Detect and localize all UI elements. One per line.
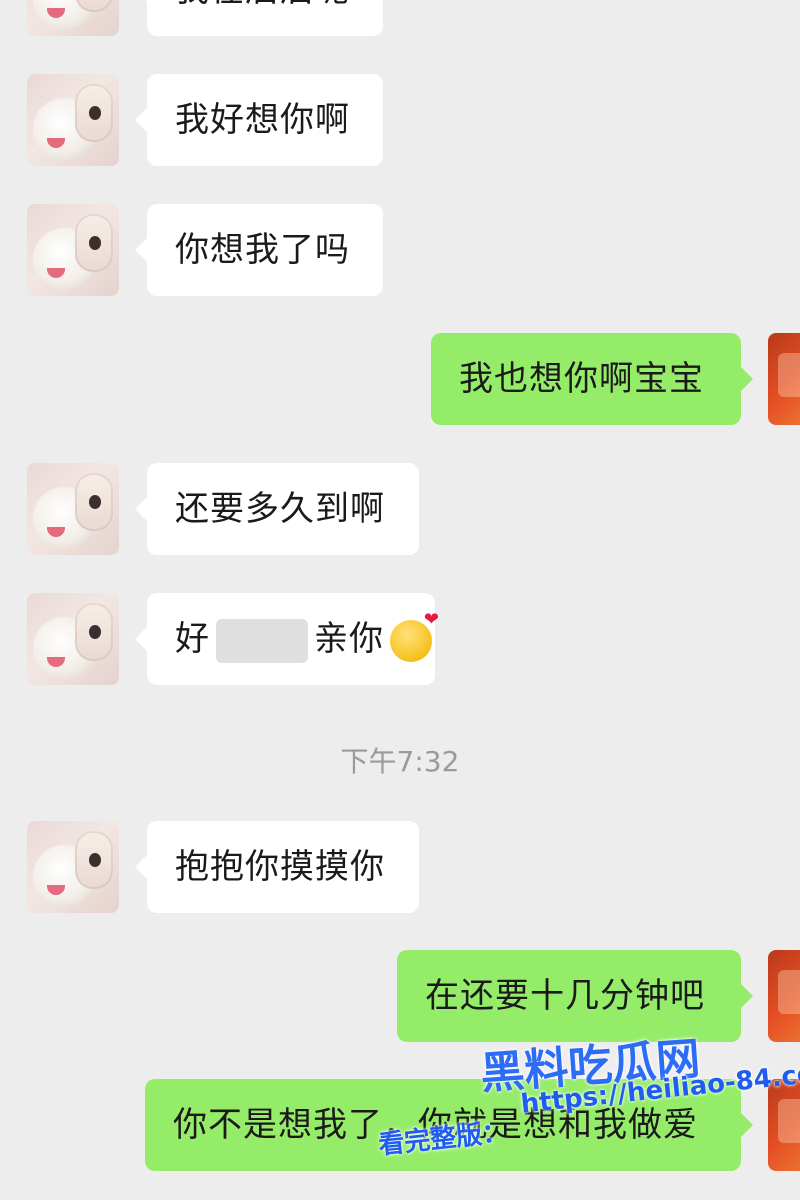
message-bubble-left[interactable]: 我在后后呢 xyxy=(135,0,383,36)
message-text-prefix: 好 xyxy=(175,619,210,659)
message-text: 我好想你啊 xyxy=(175,100,350,140)
message-bubble-left[interactable]: 我好想你啊 xyxy=(135,74,383,166)
contact-avatar[interactable] xyxy=(27,0,119,36)
redaction-blur xyxy=(216,618,308,663)
contact-avatar[interactable] xyxy=(27,204,119,296)
message-text-suffix: 亲你 xyxy=(314,619,384,659)
chat-timestamp: 下午7:32 xyxy=(340,745,460,778)
kissing-face-emoji-icon xyxy=(390,574,440,666)
message-text: 还要多久到啊 xyxy=(175,489,385,529)
message-text: 在还要十几分钟吧 xyxy=(425,976,705,1016)
message-text: 我在后后呢 xyxy=(175,0,350,10)
message-text: 我也想你啊宝宝 xyxy=(459,359,704,399)
message-bubble-right[interactable]: 我也想你啊宝宝 xyxy=(431,333,753,425)
contact-avatar[interactable] xyxy=(27,74,119,166)
message-bubble-left[interactable]: 好 亲你 xyxy=(135,574,440,685)
my-avatar[interactable] xyxy=(768,950,800,1042)
message-bubble-left[interactable]: 你想我了吗 xyxy=(135,204,383,296)
contact-avatar[interactable] xyxy=(27,593,119,685)
contact-avatar[interactable] xyxy=(27,463,119,555)
message-bubble-left[interactable]: 抱抱你摸摸你 xyxy=(135,821,419,913)
message-bubble-left[interactable]: 还要多久到啊 xyxy=(135,463,419,555)
my-avatar[interactable] xyxy=(768,333,800,425)
message-text: 你想我了吗 xyxy=(175,230,350,270)
message-text: 抱抱你摸摸你 xyxy=(175,847,385,887)
contact-avatar[interactable] xyxy=(27,821,119,913)
